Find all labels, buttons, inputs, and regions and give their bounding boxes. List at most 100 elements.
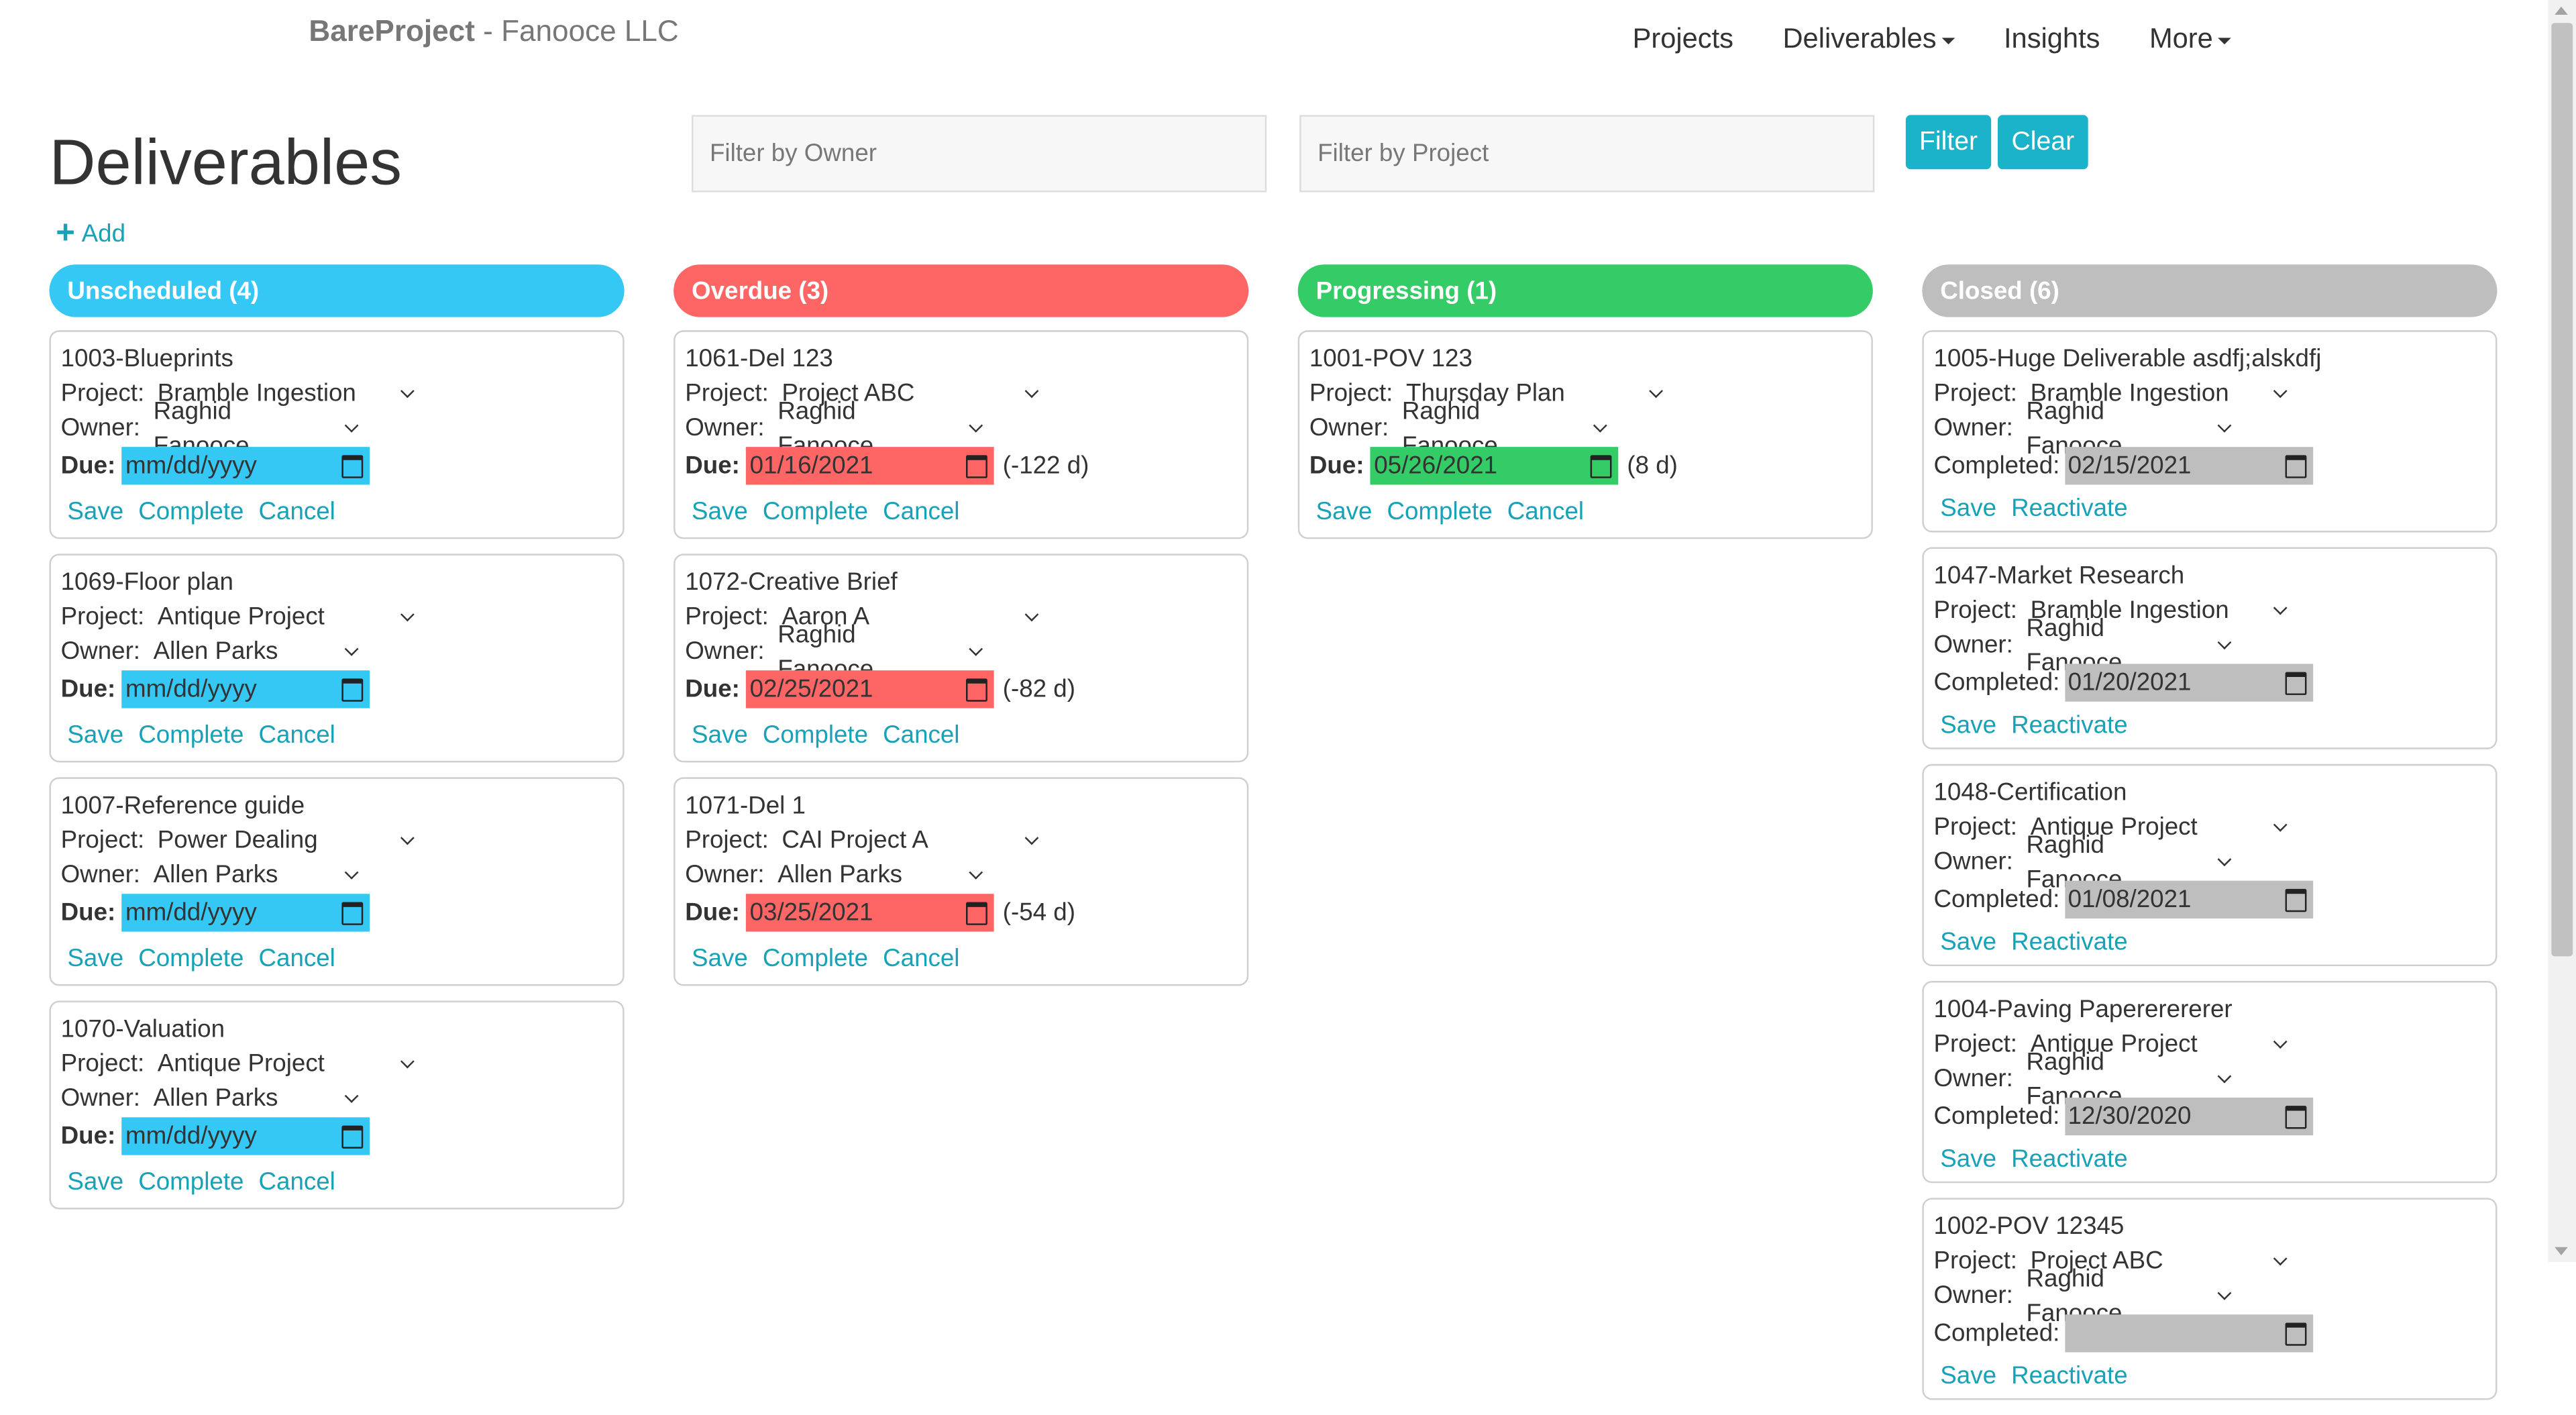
complete-link[interactable]: Complete bbox=[138, 721, 244, 749]
complete-link[interactable]: Complete bbox=[138, 1167, 244, 1196]
calendar-icon[interactable] bbox=[966, 454, 988, 478]
save-link[interactable]: Save bbox=[67, 1167, 123, 1196]
project-label: Project: bbox=[1933, 596, 2018, 625]
date-input[interactable]: 01/16/2021 bbox=[746, 447, 995, 485]
project-select[interactable]: Antique Project bbox=[158, 600, 415, 634]
save-link[interactable]: Save bbox=[1940, 927, 1996, 955]
cancel-link[interactable]: Cancel bbox=[1507, 497, 1584, 525]
add-deliverable-link[interactable]: + Add bbox=[56, 217, 125, 250]
calendar-icon[interactable] bbox=[966, 901, 988, 925]
complete-link[interactable]: Complete bbox=[763, 944, 868, 972]
nav-more[interactable]: More bbox=[2149, 23, 2231, 56]
save-link[interactable]: Save bbox=[1940, 1145, 1996, 1173]
date-input[interactable]: mm/dd/yyyy bbox=[122, 670, 370, 709]
date-input[interactable] bbox=[2064, 1314, 2313, 1353]
save-link[interactable]: Save bbox=[1316, 497, 1373, 525]
filter-owner-input[interactable] bbox=[692, 115, 1267, 193]
deliverable-title[interactable]: 1072-Creative Brief bbox=[685, 565, 1237, 599]
deliverable-title[interactable]: 1003-Blueprints bbox=[61, 342, 613, 376]
calendar-icon[interactable] bbox=[342, 1124, 364, 1148]
reactivate-link[interactable]: Reactivate bbox=[2011, 711, 2128, 739]
date-input[interactable]: mm/dd/yyyy bbox=[122, 894, 370, 932]
date-input[interactable]: 12/30/2020 bbox=[2064, 1097, 2313, 1136]
date-input[interactable]: 02/15/2021 bbox=[2064, 447, 2313, 485]
deliverable-title[interactable]: 1004-Paving Papererererer bbox=[1933, 992, 2485, 1027]
save-link[interactable]: Save bbox=[1940, 494, 1996, 522]
date-input[interactable]: 03/25/2021 bbox=[746, 894, 995, 932]
deliverable-title[interactable]: 1047-Market Research bbox=[1933, 559, 2485, 593]
reactivate-link[interactable]: Reactivate bbox=[2011, 494, 2128, 522]
date-input[interactable]: mm/dd/yyyy bbox=[122, 447, 370, 485]
project-select[interactable]: CAI Project A bbox=[782, 823, 1039, 857]
cancel-link[interactable]: Cancel bbox=[258, 721, 335, 749]
cancel-link[interactable]: Cancel bbox=[883, 721, 959, 749]
deliverable-title[interactable]: 1048-Certification bbox=[1933, 776, 2485, 810]
calendar-icon[interactable] bbox=[2284, 454, 2306, 478]
nav-deliverables[interactable]: Deliverables bbox=[1782, 23, 1955, 56]
cancel-link[interactable]: Cancel bbox=[258, 1167, 335, 1196]
save-link[interactable]: Save bbox=[692, 497, 748, 525]
complete-link[interactable]: Complete bbox=[138, 944, 244, 972]
filter-button[interactable]: Filter bbox=[1905, 115, 1992, 170]
owner-row: Owner: Raghid Fanooce bbox=[685, 397, 1237, 459]
nav-projects[interactable]: Projects bbox=[1633, 23, 1733, 56]
date-input[interactable]: 01/08/2021 bbox=[2064, 880, 2313, 919]
calendar-icon[interactable] bbox=[2284, 671, 2306, 694]
calendar-icon[interactable] bbox=[2284, 1322, 2306, 1345]
complete-link[interactable]: Complete bbox=[763, 721, 868, 749]
owner-select[interactable]: Allen Parks bbox=[154, 634, 360, 668]
filter-project-input[interactable] bbox=[1299, 115, 1875, 193]
complete-link[interactable]: Complete bbox=[138, 497, 244, 525]
calendar-icon[interactable] bbox=[1591, 454, 1613, 478]
calendar-icon[interactable] bbox=[2284, 888, 2306, 911]
complete-link[interactable]: Complete bbox=[763, 497, 868, 525]
complete-link[interactable]: Complete bbox=[1387, 497, 1492, 525]
deliverable-title[interactable]: 1001-POV 123 bbox=[1309, 342, 1862, 376]
project-select[interactable]: Antique Project bbox=[158, 1047, 415, 1081]
owner-select[interactable]: Allen Parks bbox=[777, 857, 983, 892]
reactivate-link[interactable]: Reactivate bbox=[2011, 927, 2128, 955]
save-link[interactable]: Save bbox=[67, 721, 123, 749]
vertical-scrollbar[interactable] bbox=[2548, 0, 2576, 1262]
deliverable-title[interactable]: 1069-Floor plan bbox=[61, 565, 613, 599]
cancel-link[interactable]: Cancel bbox=[258, 944, 335, 972]
cancel-link[interactable]: Cancel bbox=[883, 944, 959, 972]
date-input[interactable]: 02/25/2021 bbox=[746, 670, 995, 709]
brand[interactable]: BareProject - Fanooce LLC bbox=[309, 15, 678, 49]
save-link[interactable]: Save bbox=[692, 944, 748, 972]
cancel-link[interactable]: Cancel bbox=[883, 497, 959, 525]
date-input[interactable]: mm/dd/yyyy bbox=[122, 1117, 370, 1155]
save-link[interactable]: Save bbox=[67, 944, 123, 972]
deliverable-title[interactable]: 1071-Del 1 bbox=[685, 789, 1237, 823]
calendar-icon[interactable] bbox=[342, 678, 364, 701]
scroll-down-arrow-icon[interactable] bbox=[2555, 1247, 2568, 1256]
save-link[interactable]: Save bbox=[1940, 1361, 1996, 1390]
deliverable-title[interactable]: 1005-Huge Deliverable asdfj;alskdfj bbox=[1933, 342, 2485, 376]
cancel-link[interactable]: Cancel bbox=[258, 497, 335, 525]
calendar-icon[interactable] bbox=[966, 678, 988, 701]
deliverable-title[interactable]: 1061-Del 123 bbox=[685, 342, 1237, 376]
save-link[interactable]: Save bbox=[692, 721, 748, 749]
date-input[interactable]: 05/26/2021 bbox=[1371, 447, 1619, 485]
scroll-up-arrow-icon[interactable] bbox=[2555, 6, 2568, 15]
date-row: Completed: bbox=[1933, 1314, 2485, 1353]
nav-insights[interactable]: Insights bbox=[2004, 23, 2100, 56]
reactivate-link[interactable]: Reactivate bbox=[2011, 1145, 2128, 1173]
scroll-thumb[interactable] bbox=[2551, 23, 2573, 957]
date-input[interactable]: 01/20/2021 bbox=[2064, 664, 2313, 702]
deliverable-title[interactable]: 1007-Reference guide bbox=[61, 789, 613, 823]
deliverable-title[interactable]: 1002-POV 12345 bbox=[1933, 1209, 2485, 1243]
deliverable-card: 1003-Blueprints Project: Bramble Ingestion… bbox=[49, 330, 625, 539]
calendar-icon[interactable] bbox=[342, 454, 364, 478]
project-select[interactable]: Power Dealing bbox=[158, 823, 415, 857]
save-link[interactable]: Save bbox=[1940, 711, 1996, 739]
calendar-icon[interactable] bbox=[342, 901, 364, 925]
deliverable-title[interactable]: 1070-Valuation bbox=[61, 1012, 613, 1047]
owner-select[interactable]: Allen Parks bbox=[154, 857, 360, 892]
calendar-icon[interactable] bbox=[2284, 1104, 2306, 1129]
save-link[interactable]: Save bbox=[67, 497, 123, 525]
reactivate-link[interactable]: Reactivate bbox=[2011, 1361, 2128, 1390]
clear-button[interactable]: Clear bbox=[1997, 115, 2088, 170]
days-remaining: (-82 d) bbox=[1002, 675, 1075, 704]
owner-select[interactable]: Allen Parks bbox=[154, 1081, 360, 1115]
